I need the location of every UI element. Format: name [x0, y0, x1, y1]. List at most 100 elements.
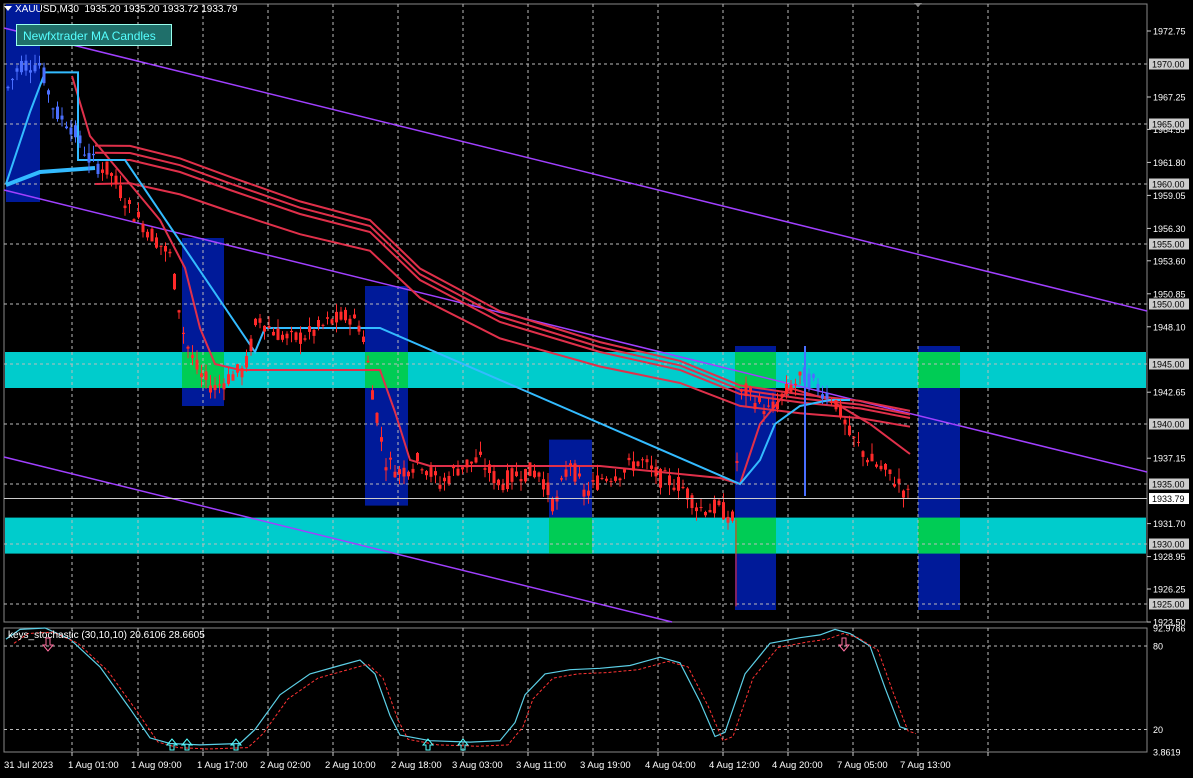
candle-body	[735, 461, 739, 463]
candle-body	[411, 468, 415, 473]
channel-line	[3, 189, 1148, 473]
candle-body	[731, 511, 734, 521]
candle-body	[578, 473, 581, 477]
stoch-main-line	[5, 627, 909, 746]
candle-body	[335, 311, 338, 323]
time-label: 2 Aug 18:00	[391, 760, 442, 771]
candle-body	[506, 470, 509, 489]
candle-body	[375, 412, 379, 423]
channel-line	[3, 27, 1148, 312]
time-label: 2 Aug 02:00	[260, 760, 311, 771]
zone-overlap	[549, 517, 592, 554]
candle-body	[798, 371, 802, 376]
candle-body	[110, 173, 113, 176]
candle-body	[312, 330, 316, 336]
price-label: 1950.85	[1153, 289, 1186, 299]
candle-body	[632, 461, 635, 471]
zone-overlap	[918, 352, 960, 388]
candle-body	[276, 328, 280, 340]
price-label: 1928.95	[1153, 552, 1186, 562]
candle-body	[434, 471, 437, 476]
dropdown-triangle-icon[interactable]	[4, 6, 12, 11]
candle-body	[870, 453, 874, 462]
candle-body	[60, 115, 64, 120]
stoch-axis-label: 92.9786	[1153, 624, 1186, 634]
candle-body	[78, 135, 82, 144]
candle-body	[708, 510, 712, 513]
candle-body	[249, 338, 253, 352]
candle-body	[285, 333, 289, 339]
candle-body	[560, 478, 563, 480]
indicator-name-button[interactable]: Newfxtrader MA Candles	[16, 24, 172, 46]
candle-body	[776, 401, 779, 410]
candle-body	[240, 368, 244, 378]
candle-body	[119, 185, 122, 199]
candle-body	[461, 467, 464, 470]
candle-body	[767, 405, 770, 407]
candle-body	[722, 502, 725, 520]
time-label: 3 Aug 11:00	[516, 760, 566, 771]
candle-body	[794, 383, 797, 386]
candle-body	[641, 459, 644, 461]
candle-body	[209, 385, 212, 393]
candle-body	[668, 475, 671, 486]
candle-body	[443, 477, 446, 482]
candle-body	[389, 457, 392, 460]
candle-body	[888, 469, 892, 474]
candle-body	[893, 484, 896, 487]
candle-body	[605, 478, 608, 481]
current-price-label: 1933.79	[1152, 494, 1185, 504]
chart-header: XAUUSD,M30 1935.20 1935.20 1933.72 1933.…	[4, 4, 237, 15]
candle-body	[515, 471, 518, 477]
candle-body	[465, 459, 469, 468]
candle-body	[524, 469, 527, 482]
candle-body	[492, 471, 496, 484]
candle-body	[416, 453, 419, 461]
candle-body	[609, 481, 613, 483]
candle-body	[762, 411, 766, 415]
time-label: 7 Aug 05:00	[837, 760, 888, 771]
candle-body	[753, 403, 757, 410]
candle-body	[56, 106, 59, 119]
candle-body	[645, 459, 649, 463]
candle-body	[407, 471, 410, 477]
candle-body	[321, 324, 325, 326]
candle-body	[897, 478, 901, 484]
candle-body	[704, 512, 707, 516]
candle-body	[861, 451, 865, 457]
candle-body	[290, 330, 293, 333]
candle-body	[438, 484, 442, 489]
trading-chart[interactable]: 1972.75 1967.25 1964.55 1961.80 1959.05 1956.…	[0, 0, 1193, 778]
candle-body	[258, 318, 262, 323]
candle-body	[717, 500, 721, 505]
candle-body	[204, 371, 208, 380]
candle-body	[879, 465, 883, 470]
candle-body	[726, 516, 730, 523]
candle-body	[812, 374, 815, 378]
price-label-boxed: 1950.00	[1152, 300, 1185, 310]
candle-body	[105, 161, 109, 175]
candle-body	[425, 471, 428, 476]
candle-body	[150, 228, 154, 242]
stoch-axis-label: 3.8619	[1153, 748, 1181, 758]
price-label-boxed: 1925.00	[1152, 600, 1185, 610]
candle-body	[555, 496, 559, 502]
candle-body	[326, 317, 329, 319]
candle-body	[497, 479, 500, 486]
time-label: 1 Aug 17:00	[197, 760, 248, 771]
candle-body	[371, 390, 374, 400]
candle-body	[339, 311, 343, 320]
price-label: 1931.70	[1153, 519, 1186, 529]
candle-body	[884, 464, 887, 470]
price-label: 1956.30	[1153, 224, 1186, 234]
candle-body	[15, 68, 19, 72]
candle-body	[663, 470, 667, 472]
candle-body	[510, 468, 514, 482]
price-label-boxed: 1960.00	[1152, 180, 1185, 190]
candle-body	[173, 273, 176, 290]
price-label-boxed: 1955.00	[1152, 240, 1185, 250]
price-chart-svg[interactable]: 1972.751967.251964.551961.801959.051956.…	[0, 0, 1193, 778]
price-label: 1942.65	[1153, 388, 1186, 398]
candle-body	[614, 476, 617, 481]
candle-body	[51, 108, 55, 110]
